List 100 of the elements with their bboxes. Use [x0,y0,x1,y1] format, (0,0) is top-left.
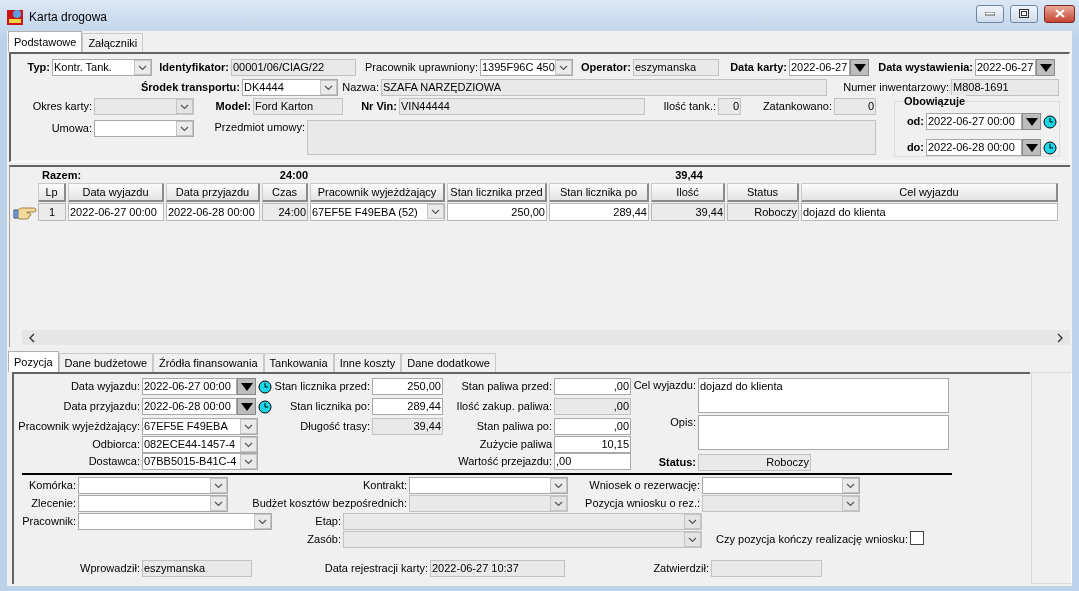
dropdown-button[interactable] [1036,59,1055,76]
field-label: Model: [215,99,251,114]
chevron-down-icon [210,478,227,493]
field-label: Operator: [580,60,631,75]
chevron-down-icon [240,419,257,434]
triangle-down-icon [240,402,253,411]
maximize-icon [1019,9,1029,18]
dropdown-field[interactable] [409,477,568,494]
text-area[interactable] [698,415,949,450]
date-field[interactable]: 2022-06-28 00:00 [142,398,237,415]
column-header[interactable]: Pracownik wyjeżdżający [310,183,445,202]
tab[interactable]: Podstawowe [8,31,83,52]
dropdown-field[interactable]: 67EF5E F49EBA [142,418,258,435]
chevron-down-icon [550,496,567,511]
dropdown-field[interactable] [78,513,272,530]
tab[interactable]: Pozycja [8,351,59,372]
tab[interactable]: Źródła finansowania [153,353,264,372]
tab[interactable]: Dane budżetowe [58,353,154,372]
tab[interactable]: Załączniki [82,33,144,52]
minimize-button[interactable] [976,4,1004,23]
dropdown-field[interactable]: 1395F96C 450 [480,59,573,76]
date-field[interactable]: 2022-06-27 [789,59,850,76]
column-header[interactable]: Stan licznika przed [447,183,547,202]
dropdown-button[interactable] [237,398,256,415]
chevron-right-icon[interactable] [1056,332,1064,343]
date-field[interactable]: 2022-06-27 00:00 [142,378,237,395]
column-header[interactable]: Cel wyjazdu [801,183,1058,202]
column-header[interactable]: Lp [38,183,66,202]
date-field[interactable]: 2022-06-28 00:00 [926,139,1022,156]
column-header[interactable]: Stan licznika po [549,183,649,202]
chevron-down-icon [842,496,859,511]
field-label: Dostawca: [88,454,140,469]
table-cell: Roboczy [727,203,799,221]
dropdown-field[interactable] [94,120,194,137]
dropdown-field[interactable]: DK4444 [242,79,338,96]
field-label: Okres karty: [32,99,92,114]
text-field[interactable]: ,00 [554,453,631,470]
field-label: Typ: [27,60,50,75]
dropdown-field[interactable] [78,495,228,512]
field-label: Stan paliwa przed: [461,379,552,394]
table-cell: 289,44 [549,203,649,221]
field-label: Ilość zakup. paliwa: [456,399,552,414]
text-area[interactable]: dojazd do klienta [698,378,949,413]
dropdown-button[interactable] [1022,139,1041,156]
chevron-down-icon [210,496,227,511]
column-header[interactable]: Data przyjazdu [166,183,260,202]
column-header[interactable]: Status [727,183,799,202]
dropdown-button[interactable] [237,378,256,395]
field-label: Status: [658,455,696,470]
triangle-down-icon [1025,143,1038,152]
field-label: Data wyjazdu: [70,379,140,394]
clock-icon[interactable] [1043,114,1057,129]
dropdown-button[interactable] [1022,113,1041,130]
field-label: Czy pozycja kończy realizację wniosku: [716,532,908,547]
tab[interactable]: Dane dodatkowe [401,353,496,372]
checkbox[interactable] [910,531,924,545]
horizontal-scrollbar[interactable] [22,330,1070,345]
close-button[interactable] [1044,4,1075,23]
table-cell: 2022-06-27 00:00 [68,203,164,221]
text-field[interactable]: ,00 [554,378,631,395]
tab[interactable]: Inne koszty [333,353,402,372]
chevron-down-icon [240,454,257,469]
clock-icon[interactable] [1043,140,1057,155]
clock-icon[interactable] [258,379,272,394]
clock-icon[interactable] [258,399,272,414]
chevron-down-icon [684,532,701,547]
dropdown-field[interactable]: 082ECE44-1457-4 [142,436,258,453]
date-field[interactable]: 2022-06-27 00:00 [926,113,1022,130]
date-field[interactable]: 2022-06-27 [975,59,1036,76]
text-field[interactable]: 250,00 [372,378,443,395]
triangle-down-icon [853,63,866,72]
tab[interactable]: Tankowania [263,353,334,372]
triangle-down-icon [1039,63,1052,72]
field-label: Stan licznika po: [289,399,370,414]
dropdown-field[interactable] [78,477,228,494]
minimize-icon [985,11,995,16]
field-label: Kontrakt: [362,478,407,493]
text-field[interactable]: 10,15 [554,436,631,453]
field-label: Przedmiot umowy: [214,120,305,135]
column-header[interactable]: Data wyjazdu [68,183,164,202]
field-label: od: [906,114,924,129]
field-label: Umowa: [51,121,92,136]
text-field[interactable]: ,00 [554,418,631,435]
dropdown-button[interactable] [850,59,869,76]
chevron-down-icon [555,60,572,75]
app-icon [7,8,23,25]
maximize-button[interactable] [1010,4,1038,23]
dropdown-field[interactable] [702,477,860,494]
chevron-down-icon [134,60,151,75]
triangle-down-icon [1025,117,1038,126]
column-header[interactable]: Czas [262,183,308,202]
dropdown-field[interactable]: Kontr. Tank. [52,59,152,76]
dropdown-field[interactable]: 07BB5015-B41C-4 [142,453,258,470]
text-field[interactable]: 289,44 [372,398,443,415]
table-cell: 24:00 [262,203,308,221]
chevron-left-icon[interactable] [28,332,36,343]
field-label: Identyfikator: [159,60,229,75]
column-header[interactable]: Ilość [651,183,725,202]
chevron-down-icon [427,204,444,219]
table-cell[interactable]: 67EF5E F49EBA (52) [310,203,445,221]
